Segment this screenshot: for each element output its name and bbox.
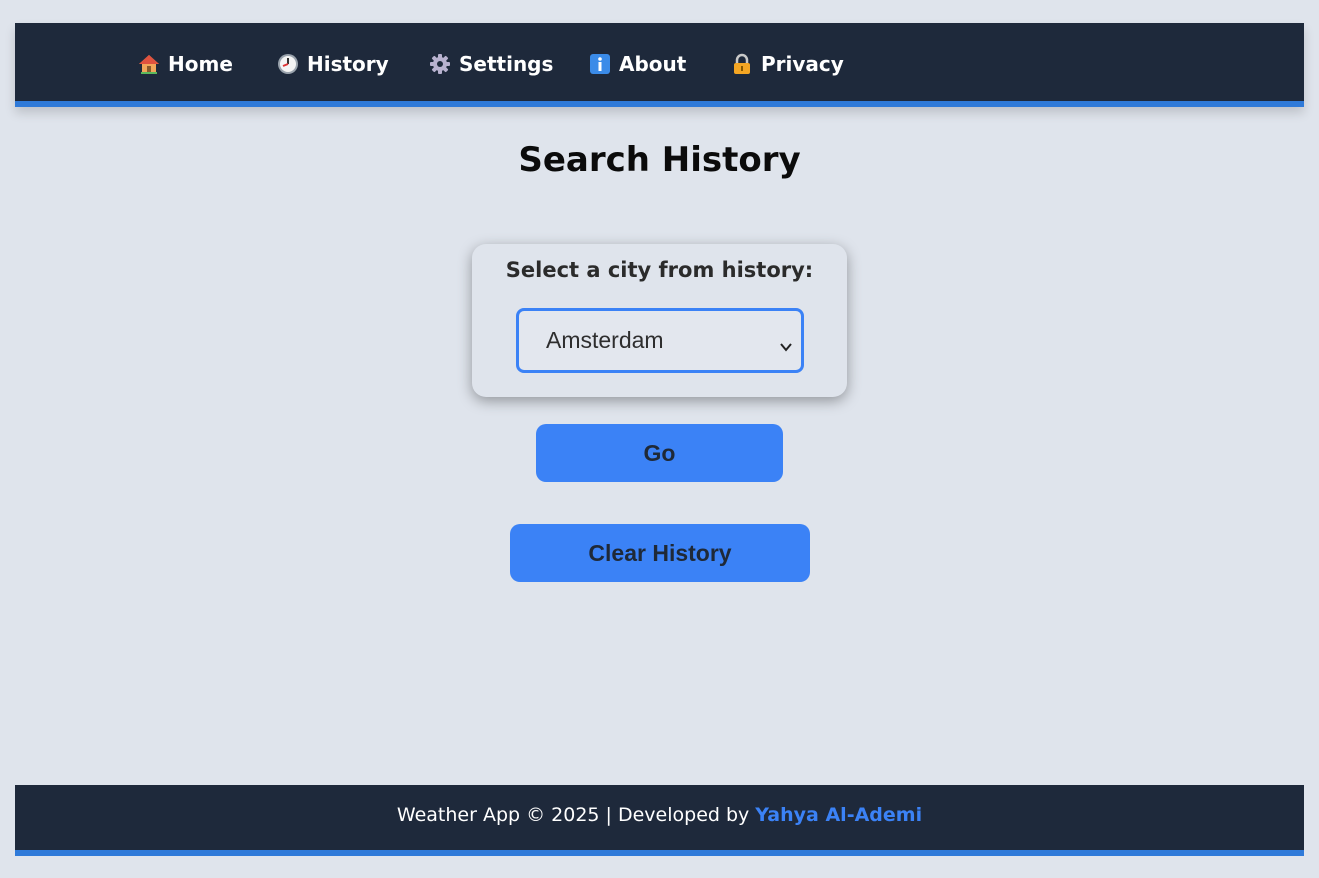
nav-item-about[interactable]: About [589, 51, 686, 77]
clear-history-button[interactable]: Clear History [510, 524, 810, 582]
selected-city: Amsterdam [546, 327, 664, 353]
top-navbar: Home History Settings About Privacy [15, 23, 1304, 107]
history-select-card: Select a city from history: Amsterdam [472, 244, 847, 397]
author-link[interactable]: Yahya Al-Ademi [755, 804, 922, 826]
footer: Weather App © 2025 | Developed by Yahya … [15, 785, 1304, 856]
nav-item-label: About [619, 52, 687, 76]
go-button[interactable]: Go [536, 424, 783, 482]
nav-item-label: Settings [459, 52, 554, 76]
clock-icon [277, 53, 299, 75]
nav-item-history[interactable]: History [277, 51, 389, 77]
nav-item-label: History [307, 52, 389, 76]
nav-item-privacy[interactable]: Privacy [731, 51, 844, 77]
footer-text: Weather App © 2025 | Developed by [396, 803, 750, 826]
gear-icon [429, 53, 451, 75]
house-icon [138, 53, 160, 75]
nav-item-settings[interactable]: Settings [429, 51, 553, 77]
city-select-label: Select a city from history: [505, 258, 814, 282]
info-icon [589, 53, 611, 75]
city-history-select[interactable]: Amsterdam [516, 308, 804, 373]
nav-item-label: Home [168, 52, 233, 76]
nav-item-home[interactable]: Home [138, 51, 233, 77]
chevron-down-icon [779, 333, 793, 352]
lock-icon [731, 53, 753, 75]
app-window: Home History Settings About Privacy Sear… [0, 0, 1319, 878]
nav-item-label: Privacy [761, 52, 844, 76]
page-title: Search History [518, 140, 801, 180]
